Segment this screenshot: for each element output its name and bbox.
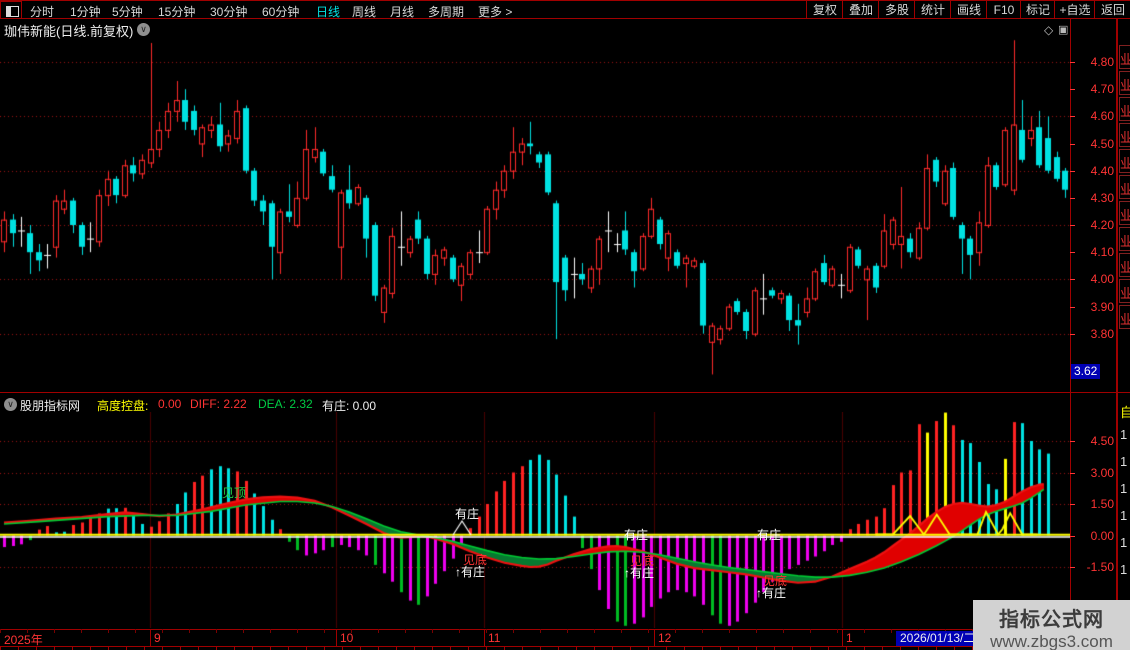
xaxis-label-12: 12 (658, 631, 672, 645)
indicator-axis-label: 3.00 (1090, 465, 1114, 480)
signal-label-4: 有庄 (624, 528, 649, 542)
price-axis-label: 4.20 (1090, 218, 1114, 233)
toolbar-button-标记[interactable]: 标记 (1020, 1, 1055, 19)
right-sidebar-clipped[interactable]: 业业业业业业业业业业业自111111 (1117, 19, 1130, 650)
indicator-axis-label: 1.50 (1090, 497, 1114, 511)
indicator-header-seg-3: DIFF: 2.22 (190, 397, 247, 411)
toolbar-button-统计[interactable]: 统计 (914, 1, 951, 19)
signal-label-6: ↑有庄 (624, 566, 655, 580)
price-axis-label: 4.00 (1090, 272, 1114, 287)
signal-label-3: ↑有庄 (455, 565, 486, 579)
tab-period-1[interactable]: 1分钟 (70, 3, 101, 20)
tab-period-0[interactable]: 分时 (30, 3, 54, 20)
toolbar-button-+自选[interactable]: +自选 (1054, 1, 1095, 19)
watermark-url: www.zbgs3.com (990, 632, 1113, 650)
price-axis-label: 4.80 (1090, 55, 1114, 69)
signal-label-0: 见顶 (222, 486, 247, 500)
signal-label-9: ↑有庄 (756, 586, 787, 600)
tab-period-3[interactable]: 15分钟 (158, 3, 195, 20)
tab-period-4[interactable]: 30分钟 (210, 3, 247, 20)
watermark-title: 指标公式网 (999, 609, 1104, 631)
indicator-header-seg-2: 0.00 (158, 397, 182, 411)
price-axis-label: 4.50 (1090, 136, 1114, 151)
trading-app-window: 分时 1分钟 5分钟 15分钟 30分钟 60分钟 日线 周线 月线 多周期 更多 > 复权 叠加 多股… (0, 0, 1130, 650)
tab-period-8[interactable]: 月线 (390, 3, 414, 20)
xaxis-minor-ticks (0, 646, 1070, 650)
indicator-axis-label: -1.50 (1086, 560, 1114, 574)
indicator-header-seg-4: DEA: 2.32 (258, 397, 313, 411)
tab-period-9[interactable]: 多周期 (428, 3, 464, 20)
price-axis-label: 4.70 (1090, 82, 1114, 97)
xaxis-label-1: 1 (846, 631, 853, 645)
tab-period-10[interactable]: 更多 > (478, 3, 512, 20)
toolbar-button-多股[interactable]: 多股 (878, 1, 915, 19)
toolbar-button-叠加[interactable]: 叠加 (842, 1, 879, 19)
signal-label-7: 有庄 (757, 528, 782, 542)
xaxis-label-11: 11 (488, 631, 501, 645)
diamond-icon[interactable]: ◇ (1044, 23, 1053, 37)
xaxis-label-2025年: 2025年 (4, 633, 43, 647)
top-toolbar: 分时 1分钟 5分钟 15分钟 30分钟 60分钟 日线 周线 月线 多周期 更多 > 复权 叠加 多股… (0, 0, 1130, 19)
xaxis-label-10: 10 (340, 631, 354, 645)
indicator-chevron-icon[interactable]: ∨ (4, 398, 17, 411)
toolbar-button-返回[interactable]: 返回 (1094, 1, 1130, 19)
price-axis-label: 4.60 (1090, 109, 1114, 124)
toolbar-button-复权[interactable]: 复权 (806, 1, 843, 19)
tab-period-2[interactable]: 5分钟 (112, 3, 143, 20)
tab-period-6[interactable]: 日线 (316, 3, 340, 20)
toolbar-button-画线[interactable]: 画线 (950, 1, 987, 19)
signal-label-1: 有庄 (455, 507, 480, 521)
price-chart-canvas[interactable] (0, 38, 1070, 392)
indicator-chart-canvas[interactable] (0, 412, 1070, 628)
pane-separator (0, 392, 1130, 393)
price-axis-label: 4.30 (1090, 190, 1114, 205)
price-axis-label: 3.80 (1090, 326, 1114, 341)
price-axis-label: 4.10 (1090, 245, 1114, 260)
indicator-axis-label: 0.00 (1090, 528, 1114, 543)
xaxis-label-9: 9 (154, 631, 161, 645)
window-layout-icon[interactable] (0, 1, 22, 19)
tab-period-7[interactable]: 周线 (352, 3, 376, 20)
price-axis-label: 4.40 (1090, 163, 1114, 178)
watermark: 指标公式网 www.zbgs3.com (973, 600, 1130, 650)
indicator-axis-label: 4.50 (1090, 434, 1114, 448)
layout-glyph-icon (6, 6, 19, 17)
window-split-icon[interactable]: ▣ (1058, 23, 1068, 36)
price-axis-label: 3.90 (1090, 299, 1114, 314)
title-chevron-down-icon[interactable]: ∨ (137, 23, 150, 36)
toolbar-button-F10[interactable]: F10 (986, 1, 1021, 19)
last-price-tag: 3.62 (1071, 364, 1101, 379)
tab-period-5[interactable]: 60分钟 (262, 3, 299, 20)
